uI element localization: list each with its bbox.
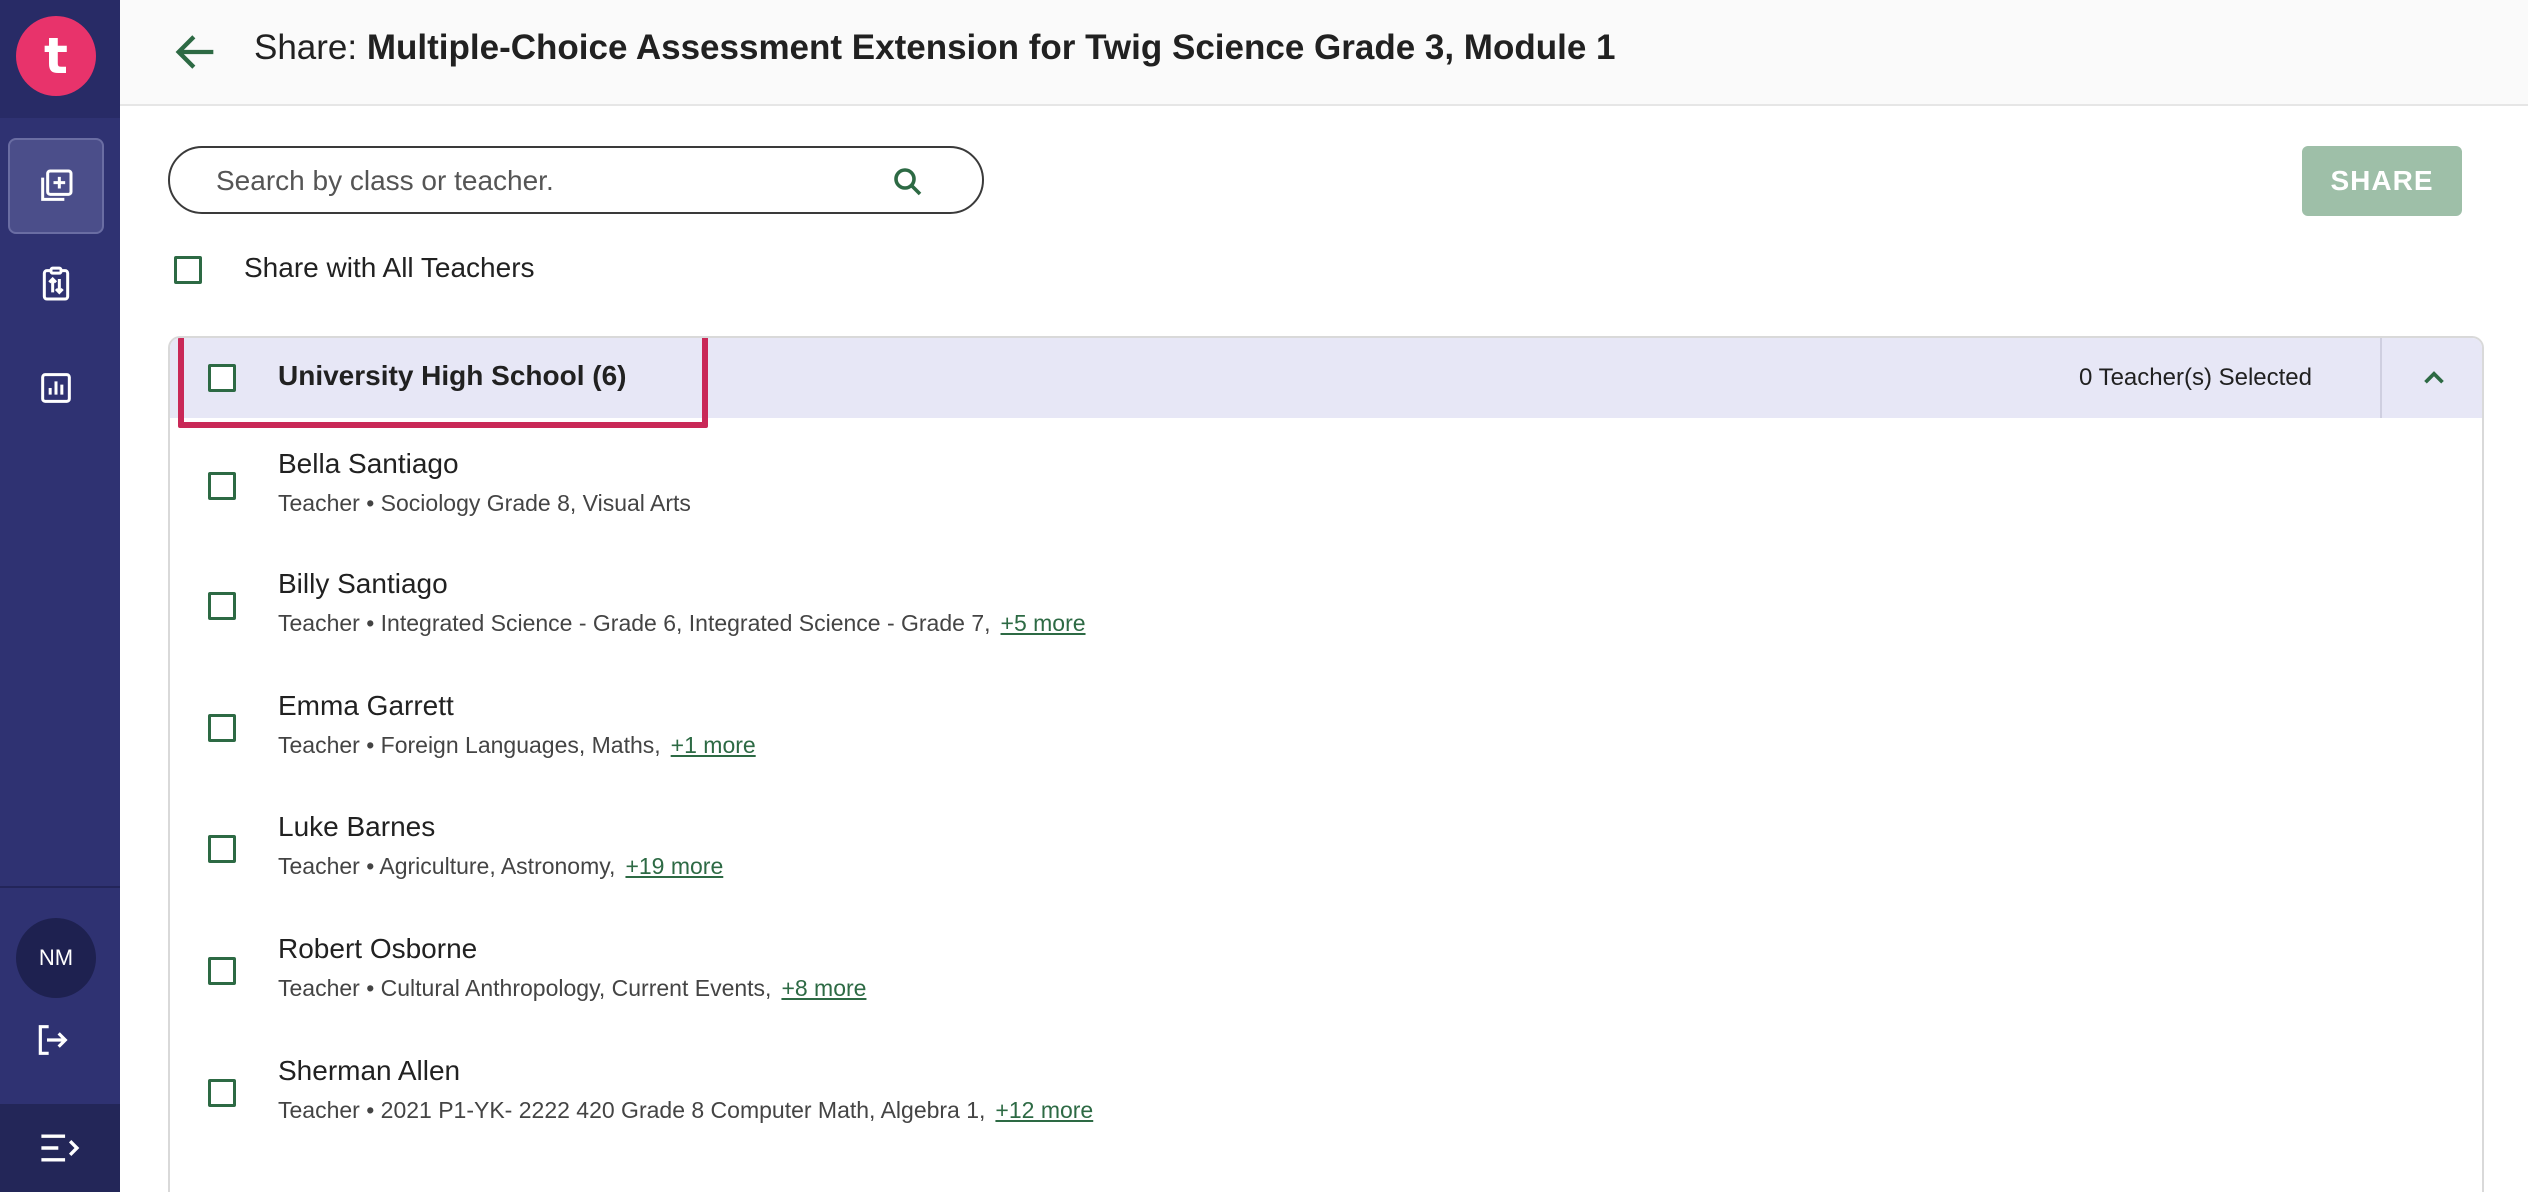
school-group-panel: University High School (6) 0 Teacher(s) … (168, 336, 2484, 1192)
search-input[interactable] (216, 160, 876, 202)
title-prefix: Share: (254, 28, 367, 67)
clipboard-icon (42, 266, 70, 301)
teacher-checkbox[interactable] (208, 835, 236, 863)
teacher-row: Robert Osborne Teacher • Cultural Anthro… (170, 903, 2482, 1025)
page-title: Share: Multiple-Choice Assessment Extens… (254, 28, 1615, 68)
title-assessment-name: Multiple-Choice Assessment Extension for… (366, 28, 1616, 67)
teacher-checkbox[interactable] (208, 1079, 236, 1107)
teacher-checkbox[interactable] (208, 957, 236, 985)
more-subjects-link[interactable]: +19 more (625, 853, 723, 879)
teacher-checkbox[interactable] (208, 472, 236, 500)
sidebar-divider (0, 886, 120, 888)
teacher-name: Luke Barnes (278, 811, 436, 842)
share-all-checkbox[interactable] (174, 256, 202, 284)
sidebar-expand-button[interactable] (0, 1104, 120, 1192)
teacher-row: Billy Santiago Teacher • Integrated Scie… (170, 538, 2482, 660)
chart-icon (41, 373, 71, 403)
chevron-up-icon (2424, 371, 2444, 384)
sidebar: t NM (0, 0, 120, 1192)
collapse-button[interactable] (2380, 338, 2482, 418)
teacher-info: Teacher • 2021 P1-YK- 2222 420 Grade 8 C… (278, 1097, 1093, 1124)
teacher-row: Emma Garrett Teacher • Foreign Languages… (170, 660, 2482, 782)
search-box[interactable] (168, 146, 984, 214)
teacher-subjects: Teacher • Agriculture, Astronomy, (278, 853, 616, 879)
teacher-name: Emma Garrett (278, 690, 454, 721)
teacher-subjects: Teacher • Integrated Science - Grade 6, … (278, 610, 991, 636)
share-all-label: Share with All Teachers (244, 252, 535, 283)
teacher-name: Billy Santiago (278, 568, 448, 599)
more-subjects-link[interactable]: +1 more (671, 732, 756, 758)
avatar[interactable]: NM (16, 918, 96, 998)
teacher-row: Luke Barnes Teacher • Agriculture, Astro… (170, 781, 2482, 903)
teacher-subjects: Teacher • Sociology Grade 8, Visual Arts (278, 490, 691, 516)
add-library-icon (41, 169, 73, 201)
sidebar-item-library[interactable] (8, 138, 104, 234)
sidebar-item-assignments[interactable] (8, 236, 104, 332)
teacher-name: Sherman Allen (278, 1055, 461, 1086)
teacher-info: Teacher • Agriculture, Astronomy, +19 mor… (278, 853, 723, 880)
search-icon[interactable] (890, 164, 926, 200)
logo-area: t (0, 0, 120, 118)
teacher-info: Teacher • Cultural Anthropology, Current… (278, 975, 866, 1002)
more-subjects-link[interactable]: +12 more (995, 1097, 1093, 1123)
page-header: Share: Multiple-Choice Assessment Extens… (120, 0, 2528, 106)
more-subjects-link[interactable]: +5 more (1001, 610, 1086, 636)
teacher-row: Bella Santiago Teacher • Sociology Grade… (170, 418, 2482, 540)
highlight-box (178, 338, 708, 428)
teacher-checkbox[interactable] (208, 592, 236, 620)
share-button[interactable]: SHARE (2302, 146, 2462, 216)
teacher-checkbox[interactable] (208, 714, 236, 742)
logout-button[interactable] (12, 1000, 92, 1080)
menu-expand-icon (41, 1134, 80, 1162)
logout-icon (38, 1025, 68, 1055)
sidebar-item-reports[interactable] (8, 340, 104, 436)
back-arrow-icon[interactable] (170, 26, 222, 78)
teacher-info: Teacher • Foreign Languages, Maths, +1 mo… (278, 732, 756, 759)
teacher-subjects: Teacher • Foreign Languages, Maths, (278, 732, 661, 758)
teacher-name: Bella Santiago (278, 448, 459, 479)
group-header: University High School (6) 0 Teacher(s) … (170, 338, 2482, 428)
teacher-row: Sherman Allen Teacher • 2021 P1-YK- 2222… (170, 1025, 2482, 1147)
teacher-name: Robert Osborne (278, 933, 478, 964)
selected-count: 0 Teacher(s) Selected (2078, 364, 2312, 391)
teacher-subjects: Teacher • 2021 P1-YK- 2222 420 Grade 8 C… (278, 1097, 986, 1123)
more-subjects-link[interactable]: +8 more (781, 975, 866, 1001)
teacher-info: Teacher • Integrated Science - Grade 6, … (278, 610, 1086, 637)
teacher-subjects: Teacher • Cultural Anthropology, Current… (278, 975, 772, 1001)
teacher-info: Teacher • Sociology Grade 8, Visual Arts (278, 490, 691, 517)
app-logo[interactable]: t (16, 16, 96, 96)
